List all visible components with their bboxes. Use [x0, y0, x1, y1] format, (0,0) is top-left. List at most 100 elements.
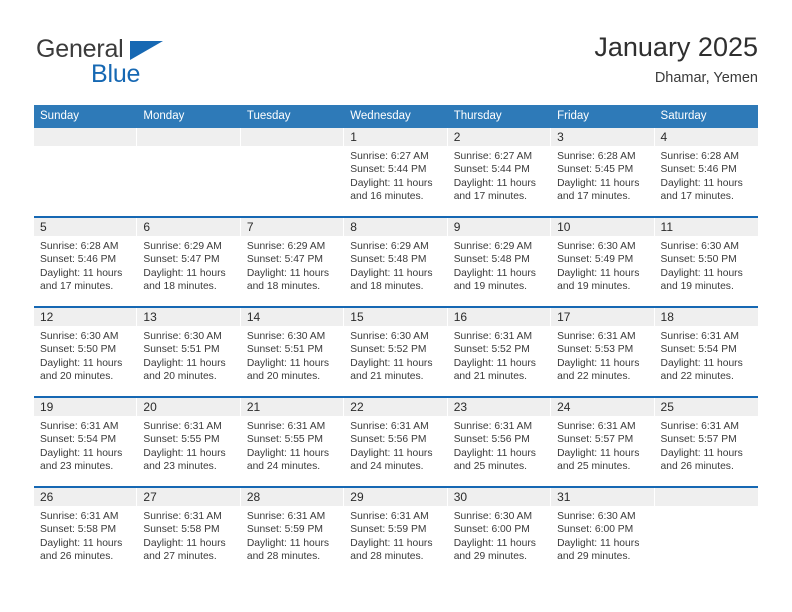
sunset-text: Sunset: 5:58 PM — [40, 524, 117, 536]
calendar-day-cell[interactable] — [34, 128, 138, 217]
sunset-text: Sunset: 5:53 PM — [557, 344, 634, 356]
calendar-day-cell[interactable]: 6 Sunrise: 6:29 AM Sunset: 5:47 PM Dayli… — [137, 216, 241, 307]
calendar-day-cell[interactable]: 26 Sunrise: 6:31 AM Sunset: 5:58 PM Dayl… — [34, 486, 138, 576]
calendar-day-cell[interactable]: 31 Sunrise: 6:30 AM Sunset: 6:00 PM Dayl… — [551, 486, 655, 576]
day-number: 8 — [350, 220, 357, 234]
sunset-text: Sunset: 5:51 PM — [246, 344, 323, 356]
calendar-day-cell[interactable]: 5 Sunrise: 6:28 AM Sunset: 5:46 PM Dayli… — [34, 216, 138, 307]
sunset-text: Sunset: 5:45 PM — [557, 164, 634, 176]
day-details: Sunrise: 6:30 AM Sunset: 5:51 PM Dayligh… — [241, 326, 344, 396]
daylight-text-line1: Daylight: 11 hours — [660, 267, 743, 279]
sunset-text: Sunset: 5:47 PM — [246, 254, 323, 266]
calendar-day-cell[interactable]: 30 Sunrise: 6:30 AM Sunset: 6:00 PM Dayl… — [447, 486, 552, 576]
day-details: Sunrise: 6:31 AM Sunset: 5:57 PM Dayligh… — [655, 416, 758, 486]
daylight-text-line2: and 18 minutes. — [143, 281, 217, 293]
calendar-day-cell[interactable]: 9 Sunrise: 6:29 AM Sunset: 5:48 PM Dayli… — [447, 216, 552, 307]
calendar-day-cell[interactable] — [240, 128, 345, 217]
sunrise-text: Sunrise: 6:29 AM — [453, 241, 533, 252]
sunrise-text: Sunrise: 6:31 AM — [246, 511, 326, 522]
daylight-text-line2: and 20 minutes. — [40, 371, 114, 383]
calendar-day-cell[interactable]: 11 Sunrise: 6:30 AM Sunset: 5:50 PM Dayl… — [654, 216, 758, 307]
day-number-band: 6 — [137, 218, 241, 236]
day-details: Sunrise: 6:27 AM Sunset: 5:44 PM Dayligh… — [344, 146, 447, 216]
calendar-day-cell[interactable]: 7 Sunrise: 6:29 AM Sunset: 5:47 PM Dayli… — [240, 216, 345, 307]
day-number-band: 21 — [240, 398, 345, 416]
day-details: Sunrise: 6:28 AM Sunset: 5:46 PM Dayligh… — [34, 236, 137, 306]
calendar-day-cell[interactable]: 1 Sunrise: 6:27 AM Sunset: 5:44 PM Dayli… — [344, 128, 448, 217]
calendar-day-cell[interactable]: 18 Sunrise: 6:31 AM Sunset: 5:54 PM Dayl… — [654, 306, 758, 397]
day-number-band: 12 — [34, 308, 138, 326]
calendar-day-cell[interactable]: 16 Sunrise: 6:31 AM Sunset: 5:52 PM Dayl… — [447, 306, 552, 397]
sunrise-text: Sunrise: 6:28 AM — [660, 151, 739, 162]
calendar-day-cell[interactable]: 21 Sunrise: 6:31 AM Sunset: 5:55 PM Dayl… — [240, 396, 345, 487]
sunrise-text: Sunrise: 6:31 AM — [660, 421, 739, 432]
calendar-day-cell[interactable]: 13 Sunrise: 6:30 AM Sunset: 5:51 PM Dayl… — [137, 306, 241, 397]
calendar-day-cell[interactable]: 17 Sunrise: 6:31 AM Sunset: 5:53 PM Dayl… — [551, 306, 655, 397]
calendar-day-cell[interactable]: 20 Sunrise: 6:31 AM Sunset: 5:55 PM Dayl… — [137, 396, 241, 487]
daylight-text-line2: and 26 minutes. — [660, 461, 734, 473]
daylight-text-line1: Daylight: 11 hours — [557, 447, 640, 459]
calendar-header-row: Sunday Monday Tuesday Wednesday Thursday… — [34, 105, 758, 128]
calendar-day-cell[interactable]: 4 Sunrise: 6:28 AM Sunset: 5:46 PM Dayli… — [654, 128, 758, 217]
day-number: 9 — [453, 220, 461, 234]
sunset-text: Sunset: 5:50 PM — [660, 254, 737, 266]
day-number-band — [34, 128, 138, 146]
sunrise-text: Sunrise: 6:29 AM — [350, 241, 429, 252]
day-number: 25 — [660, 400, 674, 414]
calendar-day-cell[interactable]: 15 Sunrise: 6:30 AM Sunset: 5:52 PM Dayl… — [344, 306, 448, 397]
calendar-day-cell[interactable]: 14 Sunrise: 6:30 AM Sunset: 5:51 PM Dayl… — [240, 306, 345, 397]
day-details: Sunrise: 6:29 AM Sunset: 5:47 PM Dayligh… — [241, 236, 344, 306]
calendar-day-cell[interactable]: 10 Sunrise: 6:30 AM Sunset: 5:49 PM Dayl… — [551, 216, 655, 307]
day-number-band: 10 — [551, 218, 655, 236]
calendar-day-cell[interactable] — [137, 128, 241, 217]
daylight-text-line2: and 19 minutes. — [557, 281, 631, 293]
calendar-day-cell[interactable]: 12 Sunrise: 6:30 AM Sunset: 5:50 PM Dayl… — [34, 306, 138, 397]
calendar-week-row: 19 Sunrise: 6:31 AM Sunset: 5:54 PM Dayl… — [34, 396, 758, 487]
day-number-band: 13 — [137, 308, 241, 326]
daylight-text-line2: and 25 minutes. — [557, 461, 631, 473]
calendar-day-cell[interactable]: 29 Sunrise: 6:31 AM Sunset: 5:59 PM Dayl… — [344, 486, 448, 576]
calendar-week-row: 5 Sunrise: 6:28 AM Sunset: 5:46 PM Dayli… — [34, 216, 758, 307]
weekday-header-thursday: Thursday — [447, 105, 552, 128]
day-number-band: 2 — [447, 128, 552, 146]
day-number-band: 9 — [447, 218, 552, 236]
day-number-band: 28 — [240, 488, 345, 506]
calendar-day-cell[interactable] — [654, 486, 758, 576]
day-number: 10 — [557, 220, 571, 234]
sunset-text: Sunset: 5:57 PM — [557, 434, 634, 446]
sunset-text: Sunset: 5:52 PM — [350, 344, 427, 356]
calendar-day-cell[interactable]: 8 Sunrise: 6:29 AM Sunset: 5:48 PM Dayli… — [344, 216, 448, 307]
daylight-text-line2: and 17 minutes. — [660, 191, 734, 203]
day-details: Sunrise: 6:31 AM Sunset: 5:52 PM Dayligh… — [448, 326, 551, 396]
sunrise-text: Sunrise: 6:31 AM — [40, 511, 119, 522]
page-title: January 2025 — [594, 32, 758, 62]
day-number-band: 3 — [551, 128, 655, 146]
day-number: 24 — [557, 400, 571, 414]
daylight-text-line1: Daylight: 11 hours — [143, 357, 226, 369]
daylight-text-line2: and 19 minutes. — [660, 281, 734, 293]
sunrise-text: Sunrise: 6:30 AM — [350, 331, 429, 342]
calendar-day-cell[interactable]: 25 Sunrise: 6:31 AM Sunset: 5:57 PM Dayl… — [654, 396, 758, 487]
calendar-day-cell[interactable]: 22 Sunrise: 6:31 AM Sunset: 5:56 PM Dayl… — [344, 396, 448, 487]
sunrise-text: Sunrise: 6:31 AM — [557, 331, 636, 342]
day-number: 30 — [453, 490, 468, 504]
daylight-text-line1: Daylight: 11 hours — [350, 267, 433, 279]
calendar-day-cell[interactable]: 2 Sunrise: 6:27 AM Sunset: 5:44 PM Dayli… — [447, 128, 552, 217]
calendar-day-cell[interactable]: 28 Sunrise: 6:31 AM Sunset: 5:59 PM Dayl… — [240, 486, 345, 576]
calendar-day-cell[interactable]: 23 Sunrise: 6:31 AM Sunset: 5:56 PM Dayl… — [447, 396, 552, 487]
calendar-day-cell[interactable]: 24 Sunrise: 6:31 AM Sunset: 5:57 PM Dayl… — [551, 396, 655, 487]
general-blue-logo[interactable]: General Blue — [34, 30, 214, 90]
day-details — [137, 146, 241, 216]
day-details: Sunrise: 6:31 AM Sunset: 5:53 PM Dayligh… — [551, 326, 654, 396]
calendar-day-cell[interactable]: 19 Sunrise: 6:31 AM Sunset: 5:54 PM Dayl… — [34, 396, 138, 487]
day-number-band: 19 — [34, 398, 138, 416]
day-number-band: 25 — [654, 398, 758, 416]
sunrise-text: Sunrise: 6:31 AM — [246, 421, 326, 432]
calendar-day-cell[interactable]: 3 Sunrise: 6:28 AM Sunset: 5:45 PM Dayli… — [551, 128, 655, 217]
calendar-day-cell[interactable]: 27 Sunrise: 6:31 AM Sunset: 5:58 PM Dayl… — [137, 486, 241, 576]
daylight-text-line1: Daylight: 11 hours — [350, 177, 433, 189]
sunset-text: Sunset: 5:46 PM — [40, 254, 117, 266]
day-number-band: 24 — [551, 398, 655, 416]
daylight-text-line1: Daylight: 11 hours — [246, 357, 330, 369]
sunrise-text: Sunrise: 6:30 AM — [557, 511, 636, 522]
